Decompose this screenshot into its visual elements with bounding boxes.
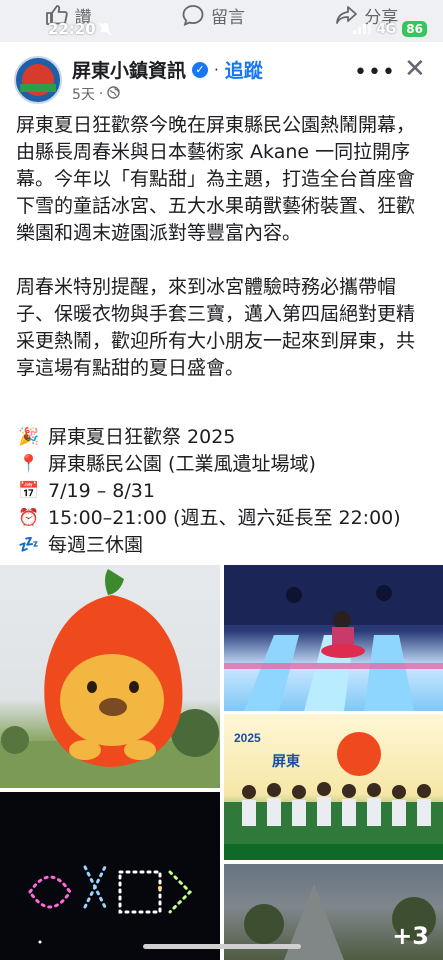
capybara-balloon-illustration [0, 569, 220, 788]
post-meta: 5天 · [72, 84, 121, 104]
photo-ice-slide[interactable] [224, 565, 443, 711]
photo-capybara-pumpkin-balloon[interactable] [0, 565, 220, 788]
calendar-icon: 📅 [18, 481, 40, 501]
event-details: 🎉 屏東夏日狂歡祭 2025 📍 屏東縣民公園 (工業風遺址場域) 📅 7/19… [16, 424, 436, 559]
party-popper-icon: 🎉 [18, 427, 40, 447]
page-name[interactable]: 屏東小鎮資訊 [72, 56, 186, 83]
network-type: 4G [376, 21, 397, 37]
page-avatar[interactable] [14, 56, 62, 104]
detail-row-location: 📍 屏東縣民公園 (工業風遺址場域) [16, 451, 436, 478]
post-paragraph-1: 屏東夏日狂歡祭今晚在屏東縣民公園熱鬧開幕，由縣長周春米與日本藝術家 Akane … [16, 114, 416, 244]
sleep-icon: 💤 [18, 535, 40, 555]
battery-level: 86 [402, 21, 427, 37]
mute-bell-icon [98, 22, 112, 40]
detail-text: 每週三休園 [48, 534, 144, 556]
detail-text: 15:00–21:00 (週五、週六延長至 22:00) [48, 507, 401, 529]
post-header: 屏東小鎮資訊 ✓ · 追蹤 5天 · ••• ✕ [0, 44, 443, 110]
follow-button[interactable]: 追蹤 [225, 56, 263, 83]
status-indicators: 4G 86 [352, 20, 427, 38]
avatar-logo-band [20, 84, 56, 92]
separator: · [214, 60, 219, 79]
status-bar: 22:20 4G 86 [0, 20, 443, 42]
photo-drone-show[interactable] [0, 792, 220, 960]
home-indicator[interactable] [143, 944, 301, 949]
detail-row-dates: 📅 7/19 – 8/31 [16, 478, 436, 505]
more-options-button[interactable]: ••• [354, 60, 396, 85]
page-name-row: 屏東小鎮資訊 ✓ · 追蹤 [72, 56, 263, 83]
post-time[interactable]: 5天 [72, 84, 95, 104]
location-pin-icon: 📍 [18, 454, 40, 474]
status-time: 22:20 [48, 20, 96, 38]
globe-icon [107, 85, 121, 103]
svg-text:2025: 2025 [234, 731, 261, 745]
close-button[interactable]: ✕ [404, 54, 426, 84]
top-bar: 讚 留言 分享 22:20 4G 86 [0, 0, 443, 42]
photo-opening-ceremony[interactable]: 2025 屏東 [224, 714, 443, 860]
detail-text: 屏東縣民公園 (工業風遺址場域) [48, 453, 316, 475]
svg-text:屏東: 屏東 [272, 753, 300, 770]
drone-show-illustration [28, 865, 193, 944]
post-body: 屏東夏日狂歡祭今晚在屏東縣民公園熱鬧開幕，由縣長周春米與日本藝術家 Akane … [16, 112, 428, 382]
signal-icon [352, 20, 371, 38]
detail-row-hours: ⏰ 15:00–21:00 (週五、週六延長至 22:00) [16, 505, 436, 532]
post-paragraph-2: 周春米特別提醒，來到冰宮體驗時務必攜帶帽子、保暖衣物與手套三寶，邁入第四屆絕對更… [16, 276, 416, 379]
meta-separator: · [98, 86, 104, 102]
detail-text: 7/19 – 8/31 [48, 480, 155, 502]
detail-text: 屏東夏日狂歡祭 2025 [48, 426, 236, 448]
verified-badge-icon: ✓ [192, 61, 209, 78]
detail-row-event: 🎉 屏東夏日狂歡祭 2025 [16, 424, 436, 451]
opening-ceremony-illustration: 2025 屏東 [224, 731, 443, 860]
detail-row-closed: 💤 每週三休園 [16, 532, 436, 559]
alarm-clock-icon: ⏰ [18, 508, 40, 528]
ice-slide-illustration [224, 565, 443, 711]
